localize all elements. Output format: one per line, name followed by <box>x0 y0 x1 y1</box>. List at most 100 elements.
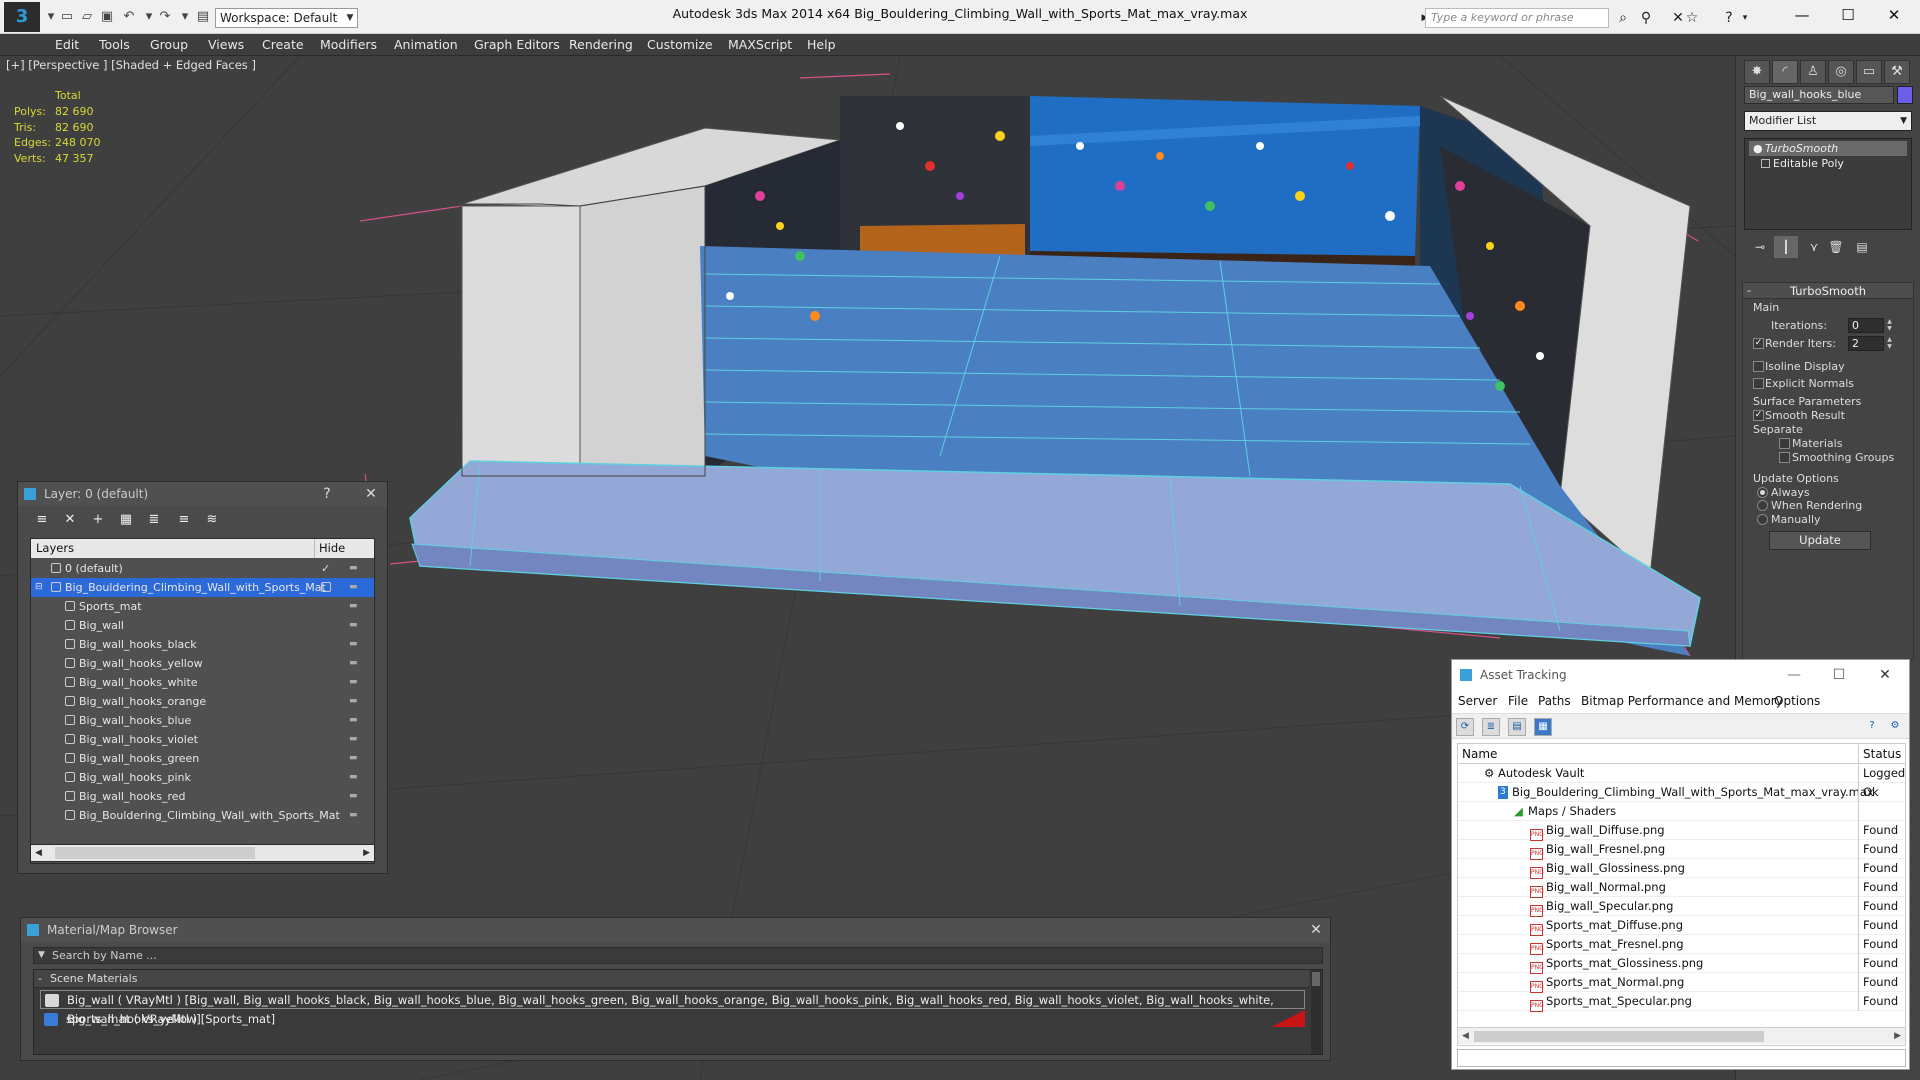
asset-row[interactable]: PNG Sports_mat_Glossiness.png Found <box>1458 954 1905 974</box>
close-button[interactable]: ✕ <box>362 485 380 503</box>
material-search-input[interactable]: ▼ Search by Name ... <box>33 947 1323 964</box>
scroll-left-icon[interactable]: ◀ <box>1462 1028 1469 1044</box>
more-icon[interactable]: ▬ <box>349 635 358 654</box>
material-item[interactable]: Big_wall ( VRayMtl ) [Big_wall, Big_wall… <box>40 990 1305 1026</box>
more-icon[interactable]: ▬ <box>349 768 358 787</box>
configure-sets-icon[interactable]: ▤ <box>1850 236 1874 258</box>
modifier-list-dropdown[interactable]: Modifier List ▼ <box>1744 111 1912 131</box>
more-icon[interactable]: ▬ <box>349 787 358 806</box>
expand-plus-icon[interactable] <box>1761 159 1770 168</box>
object-color-swatch[interactable] <box>1897 86 1913 104</box>
minimize-icon[interactable]: — <box>1785 666 1803 684</box>
menu-paths[interactable]: Paths <box>1538 690 1571 712</box>
scroll-left-icon[interactable]: ◀ <box>35 845 42 861</box>
layer-row[interactable]: Big_wall ▬ <box>31 616 374 635</box>
freeze-all-icon[interactable]: ≋ <box>202 511 222 529</box>
table-view-icon[interactable]: ▦ <box>1534 718 1552 736</box>
vertical-scrollbar[interactable] <box>1311 970 1321 1054</box>
smooth-result-checkbox[interactable]: ✓ <box>1753 410 1764 421</box>
settings-icon[interactable]: ⚙ <box>1886 718 1904 736</box>
stack-item-editable-poly[interactable]: Editable Poly <box>1749 156 1844 171</box>
menu-server[interactable]: Server <box>1458 690 1497 712</box>
scrollbar-thumb[interactable] <box>55 847 255 859</box>
col-name[interactable]: Name <box>1462 744 1497 764</box>
stack-item-turbosmooth[interactable]: ● TurboSmooth <box>1749 141 1907 156</box>
display-tab-icon[interactable]: ▭ <box>1856 60 1882 84</box>
horizontal-scrollbar[interactable]: ◀ ▶ <box>30 844 375 862</box>
spinner-arrows-icon[interactable]: ▲ ▼ <box>1885 318 1894 333</box>
more-icon[interactable]: ▬ <box>349 654 358 673</box>
menu-tools[interactable]: Tools <box>99 37 130 52</box>
horizontal-scrollbar[interactable]: ◀ ▶ <box>1458 1027 1905 1044</box>
more-icon[interactable]: ▬ <box>349 806 358 825</box>
smoothing-groups-checkbox[interactable] <box>1779 452 1790 463</box>
asset-row[interactable]: PNG Big_wall_Normal.png Found <box>1458 878 1905 898</box>
layer-row[interactable]: Big_wall_hooks_pink ▬ <box>31 768 374 787</box>
close-icon[interactable]: ✕ <box>1876 666 1894 684</box>
asset-row[interactable]: 3 Big_Bouldering_Climbing_Wall_with_Sport… <box>1458 783 1905 802</box>
show-end-result-icon[interactable]: ┃ <box>1774 236 1798 258</box>
material-browser-header[interactable]: Material/Map Browser <box>21 918 1330 942</box>
layer-row[interactable]: Big_wall_hooks_violet ▬ <box>31 730 374 749</box>
menu-rendering[interactable]: Rendering <box>569 37 633 52</box>
layer-row[interactable]: Big_wall_hooks_black ▬ <box>31 635 374 654</box>
more-icon[interactable]: ▬ <box>349 578 358 597</box>
menu-modifiers[interactable]: Modifiers <box>320 37 377 52</box>
always-radio[interactable] <box>1757 487 1768 498</box>
favorites-star-icon[interactable]: ☆ <box>1683 9 1701 27</box>
menu-file[interactable]: File <box>1508 690 1528 712</box>
more-icon[interactable]: ▬ <box>349 711 358 730</box>
iterations-spinner[interactable]: 0 <box>1848 318 1884 333</box>
more-icon[interactable]: ▬ <box>349 559 358 578</box>
help-button[interactable]: ? <box>318 485 336 503</box>
utilities-tab-icon[interactable]: ⚒ <box>1884 60 1910 84</box>
maximize-icon[interactable]: ☐ <box>1830 666 1848 684</box>
layer-row-selected[interactable]: ⊟ Big_Bouldering_Climbing_Wall_with_Sport… <box>31 578 374 597</box>
menu-views[interactable]: Views <box>208 37 244 52</box>
update-button[interactable]: Update <box>1769 531 1871 550</box>
hide-toggle-icon[interactable] <box>321 582 331 592</box>
scrollbar-thumb[interactable] <box>1312 972 1320 986</box>
asset-row[interactable]: ⚙ Autodesk Vault Logged <box>1458 764 1905 783</box>
asset-row[interactable]: PNG Big_wall_Specular.png Found <box>1458 897 1905 917</box>
menu-group[interactable]: Group <box>150 37 188 52</box>
asset-row[interactable]: PNG Big_wall_Diffuse.png Found <box>1458 821 1905 841</box>
render-iters-spinner[interactable]: 2 <box>1848 336 1884 351</box>
asset-row[interactable]: ◢ Maps / Shaders <box>1458 802 1905 821</box>
asset-row[interactable]: PNG Big_wall_Glossiness.png Found <box>1458 859 1905 879</box>
more-icon[interactable]: ▬ <box>349 673 358 692</box>
scrollbar-thumb[interactable] <box>1474 1031 1764 1042</box>
materials-checkbox[interactable] <box>1779 438 1790 449</box>
hierarchy-tab-icon[interactable]: ♙ <box>1800 60 1826 84</box>
manually-radio[interactable] <box>1757 514 1768 525</box>
create-tab-icon[interactable]: ✸ <box>1744 60 1770 84</box>
refresh-icon[interactable]: ⟳ <box>1456 718 1474 736</box>
menu-help[interactable]: Help <box>807 37 836 52</box>
asset-row[interactable]: PNG Big_wall_Fresnel.png Found <box>1458 840 1905 860</box>
col-status[interactable]: Status <box>1858 744 1901 764</box>
select-objects-icon[interactable]: ▦ <box>116 511 136 529</box>
object-name-field[interactable]: Big_wall_hooks_blue <box>1744 86 1894 104</box>
search-options-icon[interactable]: ▼ <box>38 948 45 963</box>
layer-row[interactable]: Big_wall_hooks_blue ▬ <box>31 711 374 730</box>
menu-customize[interactable]: Customize <box>647 37 713 52</box>
list-view-icon[interactable]: ≣ <box>1482 718 1500 736</box>
checkmark-icon[interactable]: ✓ <box>321 559 330 578</box>
layer-row[interactable]: Sports_mat ▬ <box>31 597 374 616</box>
asset-row[interactable]: PNG Sports_mat_Specular.png Found <box>1458 992 1905 1012</box>
explicit-normals-checkbox[interactable] <box>1753 378 1764 389</box>
close-icon[interactable]: ✕ <box>1872 2 1916 28</box>
more-icon[interactable]: ▬ <box>349 749 358 768</box>
layer-row[interactable]: Big_wall_hooks_yellow ▬ <box>31 654 374 673</box>
spinner-arrows-icon[interactable]: ▲ ▼ <box>1885 336 1894 351</box>
lightbulb-icon[interactable]: ● <box>1753 141 1763 156</box>
motion-tab-icon[interactable]: ◎ <box>1828 60 1854 84</box>
asset-row[interactable]: PNG Sports_mat_Normal.png Found <box>1458 973 1905 993</box>
make-unique-icon[interactable]: ⋎ <box>1802 236 1826 258</box>
minimize-icon[interactable]: — <box>1780 2 1824 28</box>
maximize-icon[interactable]: ☐ <box>1826 2 1870 28</box>
rollout-header[interactable]: - TurboSmooth <box>1743 283 1913 299</box>
pin-stack-icon[interactable]: ⊸ <box>1748 236 1772 258</box>
viewport-label[interactable]: [+] [Perspective ] [Shaded + Edged Faces… <box>6 58 256 72</box>
layer-row[interactable]: Big_wall_hooks_red ▬ <box>31 787 374 806</box>
